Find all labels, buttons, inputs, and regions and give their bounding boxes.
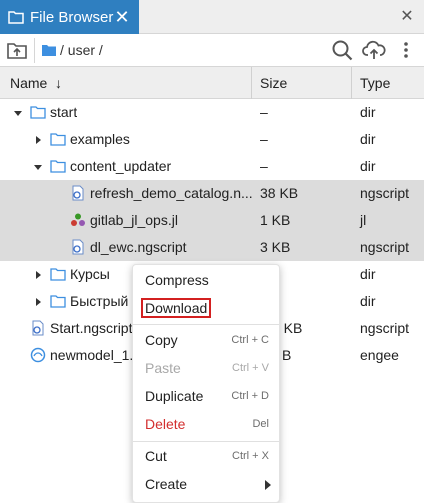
folder-outline-icon <box>50 133 66 146</box>
column-divider[interactable] <box>351 67 352 99</box>
menu-item-cut[interactable]: Cut Ctrl + X <box>133 444 279 470</box>
file-row-dl-ewc[interactable]: dl_ewc.ngscript 3 KB ngscript <box>0 234 424 261</box>
menu-item-paste[interactable]: Paste Ctrl + V <box>133 356 279 382</box>
file-type: ngscript <box>360 320 410 336</box>
file-size: – <box>260 131 268 147</box>
file-type: dir <box>360 104 376 120</box>
folder-outline-icon <box>50 268 66 281</box>
file-name: start <box>50 104 78 120</box>
file-type: dir <box>360 131 376 147</box>
toolbar: / user / <box>0 34 424 67</box>
more-vertical-icon[interactable] <box>398 39 414 61</box>
file-type: dir <box>360 266 376 282</box>
file-type: dir <box>360 158 376 174</box>
file-name: examples <box>70 131 130 147</box>
file-row-examples[interactable]: examples – dir <box>0 126 424 153</box>
file-type: ngscript <box>360 239 410 255</box>
tab-close-icon[interactable]: ✕ <box>113 7 131 27</box>
sort-arrow-icon[interactable]: ↓ <box>55 67 62 99</box>
upload-icon[interactable] <box>362 39 386 61</box>
submenu-arrow-icon <box>265 480 271 490</box>
file-name: newmodel_1. <box>50 347 134 363</box>
chevron-down-icon[interactable] <box>33 162 43 172</box>
file-size: – <box>260 104 268 120</box>
folder-icon <box>8 11 24 24</box>
folder-outline-icon <box>50 160 66 173</box>
file-type: engee <box>360 347 399 363</box>
file-row-content-updater[interactable]: content_updater – dir <box>0 153 424 180</box>
file-size: – <box>260 158 268 174</box>
chevron-right-icon[interactable] <box>33 270 43 280</box>
file-name: dl_ewc.ngscript <box>90 239 187 255</box>
folder-icon <box>42 45 56 56</box>
column-divider[interactable] <box>251 67 252 99</box>
file-name: Курсы <box>70 266 110 282</box>
file-name: gitlab_jl_ops.jl <box>90 212 178 228</box>
ngscript-file-icon <box>32 320 44 336</box>
chevron-right-icon[interactable] <box>33 135 43 145</box>
menu-item-delete[interactable]: Delete Del <box>133 412 279 438</box>
tab-bar: File Browser ✕ ✕ <box>0 0 424 34</box>
file-type: jl <box>360 212 367 228</box>
column-name[interactable]: Name <box>10 67 47 99</box>
context-menu: Compress Download Copy Ctrl + C Paste Ct… <box>132 264 280 503</box>
menu-divider <box>133 324 279 325</box>
parent-folder-icon[interactable] <box>6 39 28 61</box>
column-type[interactable]: Type <box>360 67 390 99</box>
menu-divider <box>133 441 279 442</box>
file-size: 1 KB <box>260 212 291 228</box>
menu-item-copy[interactable]: Copy Ctrl + C <box>133 328 279 354</box>
file-row-refresh-demo-catalog[interactable]: refresh_demo_catalog.n... 38 KB ngscript <box>0 180 424 207</box>
folder-outline-icon <box>50 295 66 308</box>
file-type: ngscript <box>360 185 410 201</box>
search-icon[interactable] <box>331 39 353 61</box>
chevron-right-icon[interactable] <box>33 297 43 307</box>
file-row-gitlab-jl-ops[interactable]: gitlab_jl_ops.jl 1 KB jl <box>0 207 424 234</box>
column-size[interactable]: Size <box>260 67 287 99</box>
file-size: 3 KB <box>260 239 291 255</box>
file-name: content_updater <box>70 158 172 174</box>
ngscript-file-icon <box>72 239 84 255</box>
menu-item-create[interactable]: Create <box>133 472 279 498</box>
chevron-down-icon[interactable] <box>13 108 23 118</box>
engee-model-icon <box>30 347 46 363</box>
panel-close-icon[interactable]: ✕ <box>398 7 416 27</box>
file-name: refresh_demo_catalog.n... <box>90 185 252 201</box>
file-size: B <box>282 347 292 363</box>
file-name: Start.ngscript <box>50 320 133 336</box>
column-header: Name ↓ Size Type <box>0 67 424 99</box>
toolbar-divider <box>34 38 35 63</box>
tab-title: File Browser <box>30 8 114 26</box>
breadcrumb[interactable]: / user / <box>60 42 103 58</box>
menu-item-download[interactable]: Download <box>133 296 279 322</box>
file-row-start[interactable]: start – dir <box>0 99 424 126</box>
menu-item-duplicate[interactable]: Duplicate Ctrl + D <box>133 384 279 410</box>
file-size: 38 KB <box>260 185 299 201</box>
ngscript-file-icon <box>72 185 84 201</box>
folder-outline-icon <box>30 106 46 119</box>
file-type: dir <box>360 293 376 309</box>
menu-item-compress[interactable]: Compress <box>133 268 279 294</box>
julia-file-icon <box>71 213 85 226</box>
tab-file-browser[interactable]: File Browser ✕ <box>0 0 139 34</box>
file-name: Быстрый <box>70 293 129 309</box>
